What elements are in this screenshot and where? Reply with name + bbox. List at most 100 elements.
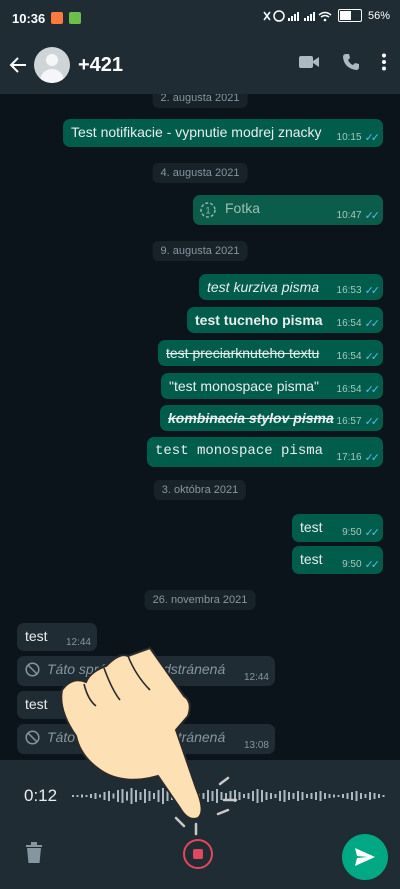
message-text: Fotka bbox=[225, 200, 261, 216]
waveform-bar bbox=[198, 794, 200, 798]
read-ticks-icon: ✓✓ bbox=[364, 527, 381, 539]
waveform-bar bbox=[288, 792, 290, 800]
message-bubble[interactable]: Táto správa bola odstránená 12:44 bbox=[17, 656, 275, 686]
message-bubble[interactable]: Test notifikacie - vypnutie modrej znack… bbox=[63, 119, 383, 147]
waveform-bar bbox=[265, 792, 268, 800]
waveform-bar bbox=[108, 791, 110, 801]
message-bubble[interactable]: test tucneho pisma 16:54 ✓✓ bbox=[187, 307, 383, 333]
message-meta: 16:54 ✓✓ bbox=[336, 317, 381, 330]
read-ticks-icon: ✓✓ bbox=[364, 384, 381, 396]
stop-record-icon[interactable] bbox=[183, 839, 213, 869]
message-bubble[interactable]: test preciarknuteho textu 16:54 ✓✓ bbox=[158, 340, 383, 366]
message-bubble[interactable]: "test monospace pisma" 16:54 ✓✓ bbox=[161, 373, 383, 399]
message-bubble[interactable]: test 12:44 bbox=[17, 623, 97, 651]
recording-timer: 0:12 bbox=[24, 786, 58, 805]
message-bubble[interactable]: kombinacia stylov pisma 16:57 ✓✓ bbox=[160, 405, 383, 431]
svg-text:1: 1 bbox=[205, 206, 210, 216]
message-meta: 10:47 ✓✓ bbox=[336, 209, 381, 222]
message-time: 16:57 bbox=[336, 416, 362, 427]
status-time: 10:36 bbox=[12, 10, 46, 26]
waveform-bar bbox=[310, 793, 313, 799]
arrow-left-icon[interactable] bbox=[8, 55, 28, 75]
waveform-bar bbox=[283, 790, 286, 802]
waveform-bar bbox=[225, 793, 227, 799]
message-bubble[interactable]: Táto správa bola odstránená 13:08 bbox=[17, 724, 275, 754]
blocked-icon bbox=[25, 662, 40, 677]
system-status-icons bbox=[263, 9, 332, 22]
waveform-bar bbox=[342, 794, 344, 798]
waveform-bar bbox=[301, 792, 304, 800]
trash-icon[interactable] bbox=[24, 842, 44, 864]
waveform-bar bbox=[270, 793, 272, 799]
waveform-bar bbox=[139, 792, 142, 800]
waveform-bar bbox=[243, 794, 245, 798]
battery-percent: 56% bbox=[367, 9, 390, 22]
message-meta: 16:57 ✓✓ bbox=[336, 415, 381, 428]
read-ticks-icon: ✓✓ bbox=[364, 452, 381, 464]
waveform-bar bbox=[117, 790, 119, 802]
message-bubble[interactable]: 1 Fotka 10:47 ✓✓ bbox=[193, 195, 383, 225]
date-chip: 4. augusta 2021 bbox=[152, 163, 248, 183]
contact-name[interactable]: +421 bbox=[78, 54, 123, 77]
avatar[interactable] bbox=[34, 47, 70, 83]
waveform-bar bbox=[153, 793, 155, 799]
message-text: Táto správa bola odstránená bbox=[47, 729, 226, 745]
waveform-bar bbox=[211, 791, 214, 801]
waveform-bar bbox=[274, 794, 277, 798]
waveform-bar bbox=[121, 789, 124, 803]
phone-icon[interactable] bbox=[342, 53, 360, 71]
waveform-bar bbox=[180, 790, 182, 802]
waveform-bar bbox=[94, 793, 97, 799]
waveform-bar bbox=[175, 789, 178, 803]
message-text: Test notifikacie - vypnutie modrej znack… bbox=[71, 124, 322, 140]
waveform-bar bbox=[333, 794, 335, 798]
read-ticks-icon: ✓✓ bbox=[364, 132, 381, 144]
message-time: 12:44 bbox=[65, 637, 91, 648]
message-meta: 16:54 ✓✓ bbox=[337, 350, 381, 363]
message-text: test bbox=[300, 519, 323, 535]
read-ticks-icon: ✓✓ bbox=[364, 559, 381, 571]
message-meta: 16:53 ✓✓ bbox=[337, 284, 381, 297]
waveform-bar bbox=[261, 790, 263, 802]
read-ticks-icon: ✓✓ bbox=[364, 318, 381, 330]
waveform-bar bbox=[81, 794, 83, 798]
waveform-bar bbox=[306, 794, 308, 798]
waveform-bar bbox=[369, 792, 371, 800]
waveform-bar bbox=[252, 791, 254, 801]
message-time: 10:15 bbox=[336, 132, 362, 143]
message-time: 9:50 bbox=[342, 559, 362, 570]
blocked-icon bbox=[25, 730, 40, 745]
message-bubble[interactable]: test monospace pisma 17:16 ✓✓ bbox=[147, 437, 383, 467]
message-time: 10:47 bbox=[336, 210, 362, 221]
more-vert-icon[interactable] bbox=[382, 53, 386, 71]
message-time: 12:44 bbox=[243, 672, 269, 683]
waveform-bar bbox=[238, 792, 241, 800]
message-meta: 17:16 ✓✓ bbox=[337, 451, 381, 464]
message-bubble[interactable]: test kurziva pisma 16:53 ✓✓ bbox=[199, 274, 383, 300]
message-text: test bbox=[300, 551, 323, 567]
waveform-bar bbox=[216, 789, 218, 803]
waveform-bar bbox=[373, 793, 376, 799]
read-ticks-icon: ✓✓ bbox=[364, 210, 381, 222]
waveform-bar bbox=[193, 792, 196, 800]
send-button[interactable] bbox=[342, 834, 388, 880]
message-time: 16:54 bbox=[336, 318, 362, 329]
waveform-bar bbox=[234, 790, 236, 802]
status-icons: 56% bbox=[262, 9, 390, 22]
message-bubble[interactable]: test 9:50 ✓✓ bbox=[292, 514, 383, 542]
waveform-bar bbox=[256, 789, 259, 803]
waveform-bar bbox=[346, 793, 349, 799]
message-bubble[interactable]: test 9:50 ✓✓ bbox=[292, 546, 383, 574]
message-bubble[interactable]: test bbox=[17, 691, 97, 719]
status-bar: 10:36 56% bbox=[0, 0, 400, 36]
waveform-bar bbox=[90, 794, 92, 798]
chat-header: +421 bbox=[0, 36, 400, 94]
waveform-bar bbox=[148, 791, 151, 801]
message-list[interactable]: 2. augusta 2021 Test notifikacie - vypnu… bbox=[0, 94, 400, 760]
video-call-icon[interactable] bbox=[298, 54, 320, 70]
date-chip: 9. augusta 2021 bbox=[152, 241, 248, 261]
message-text: "test monospace pisma" bbox=[169, 378, 320, 394]
waveform-bar bbox=[189, 791, 191, 801]
waveform-bar bbox=[315, 792, 317, 800]
waveform-bar bbox=[355, 791, 358, 801]
